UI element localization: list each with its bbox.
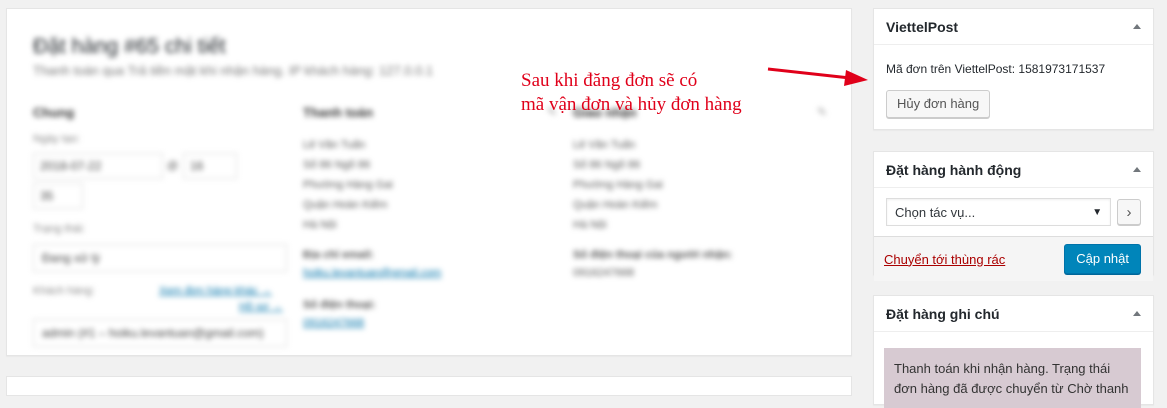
order-notes-header[interactable]: Đặt hàng ghi chú [874, 296, 1153, 332]
customer-value: admin (#1 – hoiku.levantuan@gmail.com) [42, 326, 264, 340]
viettelpost-code-row: Mã đơn trên ViettelPost: 1581973171537 [886, 62, 1141, 76]
at-symbol: @ [167, 160, 179, 172]
order-actions-box: Đặt hàng hành động Chọn tác vụ... ▼ › Ch… [873, 151, 1154, 281]
edit-shipping-icon[interactable]: ✎ [817, 105, 827, 119]
shipping-phone-label: Số điện thoại của người nhận: [573, 249, 733, 261]
hour-input[interactable]: 16 [183, 153, 237, 179]
minute-input[interactable]: 35 [33, 183, 83, 209]
billing-line: Số 86 Ngõ 86 [303, 159, 371, 171]
viettelpost-code-value: 1581973171537 [1018, 62, 1106, 76]
order-title: Đặt hàng #65 chi tiết [33, 35, 226, 58]
order-actions-title: Đặt hàng hành động [886, 161, 1022, 178]
cancel-button-row: Hủy đơn hàng [886, 90, 1141, 118]
apply-action-button[interactable]: › [1117, 199, 1141, 225]
order-actions-header[interactable]: Đặt hàng hành động [874, 152, 1153, 188]
billing-line: Quận Hoàn Kiếm [303, 199, 388, 211]
order-note: Thanh toán khi nhận hàng. Trạng thái đơn… [884, 348, 1141, 408]
billing-phone-link[interactable]: 0916247668 [303, 317, 364, 329]
collapse-toggle-icon[interactable] [1133, 24, 1141, 29]
billing-line: Lê Văn Tuấn [303, 139, 366, 151]
billing-email-link[interactable]: hoiku.levantuan@gmail.com [303, 267, 441, 279]
annotation-arrow-icon [767, 67, 868, 86]
chevron-down-icon: ▼ [1092, 206, 1103, 218]
order-notes-box: Đặt hàng ghi chú Thanh toán khi nhận hàn… [873, 295, 1154, 408]
order-subtitle: Thanh toán qua Trả tiền mặt khi nhận hàn… [33, 63, 434, 78]
customer-label: Khách hàng: [33, 285, 95, 297]
viettelpost-title: ViettelPost [886, 18, 959, 35]
billing-heading: Thanh toán [303, 105, 374, 120]
status-label: Trạng thái: [33, 223, 86, 235]
shipping-line: Phường Hàng Gai [573, 179, 663, 191]
order-action-select-value: Chọn tác vụ... [895, 204, 976, 220]
annotation-line-1: Sau khi đăng đơn sẽ có [521, 70, 698, 91]
status-value: Đang xử lý [42, 251, 101, 265]
order-actions-footer: Chuyển tới thùng rác Cập nhật [874, 236, 1153, 281]
other-orders-link[interactable]: Xem đơn hàng khác → [159, 285, 272, 297]
date-created-label: Ngày tạo: [33, 133, 81, 145]
order-notes-title: Đặt hàng ghi chú [886, 305, 1000, 322]
date-created-input[interactable]: 2018-07-22 [33, 153, 163, 179]
shipping-line: Lê Văn Tuấn [573, 139, 636, 151]
move-to-trash-link[interactable]: Chuyển tới thùng rác [884, 252, 1005, 267]
order-items-panel [6, 376, 852, 396]
shipping-line: Hà Nội [573, 219, 607, 231]
collapse-toggle-icon[interactable] [1133, 311, 1141, 316]
order-action-row: Chọn tác vụ... ▼ › [886, 198, 1141, 226]
shipping-phone-value: 0916247668 [573, 267, 635, 279]
billing-phone-label: Số điện thoại: [303, 299, 376, 311]
annotation-text: Sau khi đăng đơn sẽ có mã vận đơn và hủy… [521, 69, 742, 117]
order-detail-panel: Đặt hàng #65 chi tiết Thanh toán qua Trả… [6, 8, 852, 356]
order-action-select[interactable]: Chọn tác vụ... ▼ [886, 198, 1112, 226]
general-heading: Chung [33, 105, 75, 120]
profile-link[interactable]: Hồ sơ → [239, 301, 283, 313]
viettelpost-box: ViettelPost Mã đơn trên ViettelPost: 158… [873, 8, 1154, 130]
viettelpost-header[interactable]: ViettelPost [874, 9, 1153, 45]
shipping-line: Số 86 Ngõ 86 [573, 159, 641, 171]
shipping-line: Quận Hoàn Kiếm [573, 199, 658, 211]
update-button[interactable]: Cập nhật [1064, 244, 1141, 274]
billing-line: Hà Nội [303, 219, 337, 231]
viettelpost-code-label: Mã đơn trên ViettelPost: [886, 62, 1016, 76]
status-select[interactable]: Đang xử lý [33, 244, 287, 272]
billing-line: Phường Hàng Gai [303, 179, 393, 191]
collapse-toggle-icon[interactable] [1133, 167, 1141, 172]
cancel-order-button[interactable]: Hủy đơn hàng [886, 90, 991, 118]
chevron-right-icon: › [1126, 203, 1132, 221]
billing-email-label: Địa chỉ email: [303, 249, 374, 261]
annotation-line-2: mã vận đơn và hủy đơn hàng [521, 94, 742, 115]
customer-select[interactable]: admin (#1 – hoiku.levantuan@gmail.com) [33, 319, 287, 347]
